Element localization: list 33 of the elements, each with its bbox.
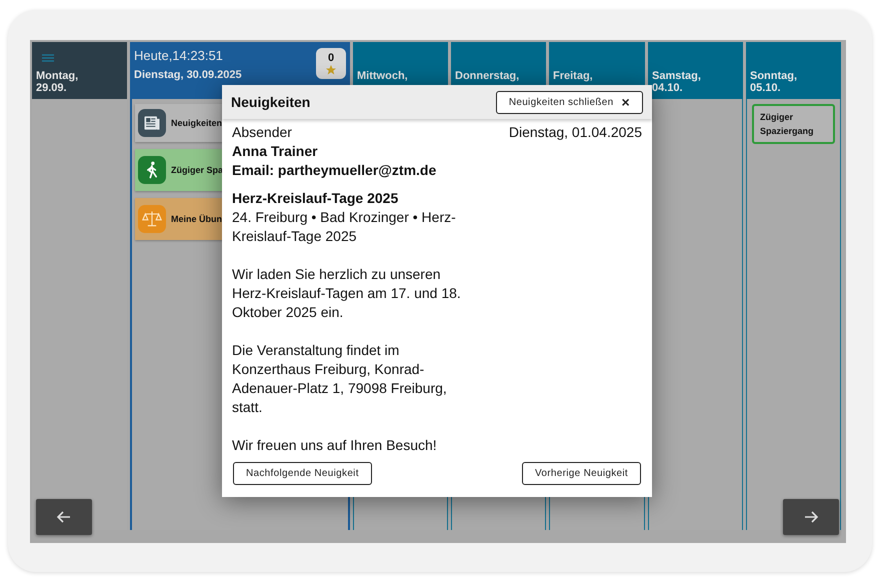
day-name: Freitag, bbox=[553, 70, 593, 82]
day-name: Samstag, bbox=[652, 70, 701, 82]
next-arrow-button[interactable] bbox=[783, 499, 839, 535]
day-name: Donnerstag, bbox=[455, 70, 520, 82]
day-date: 29.09. bbox=[36, 82, 67, 94]
close-news-button[interactable]: Neuigkeiten schließen × bbox=[496, 90, 643, 114]
news-date: Dienstag, 01.04.2025 bbox=[508, 123, 642, 142]
news-paragraph: Wir laden Sie herzlich zu unseren Herz-Kreislauf-Tagen am 17. und 18. Oktober 2025 ein. bbox=[232, 265, 462, 322]
previous-news-button[interactable]: Vorherige Neuigkeit bbox=[522, 462, 641, 485]
arrow-left-icon bbox=[56, 509, 72, 525]
activity-label: Neuigkeiten bbox=[171, 117, 222, 130]
day-name: Mittwoch, bbox=[357, 70, 408, 82]
star-count: 0 bbox=[328, 52, 334, 64]
dialog-title: Neuigkeiten bbox=[231, 94, 310, 110]
previous-arrow-button[interactable] bbox=[36, 499, 92, 535]
day-name: Montag, bbox=[36, 70, 78, 82]
scales-icon bbox=[142, 209, 162, 229]
current-time: Heute,14:23:51 bbox=[134, 48, 223, 63]
arrow-right-icon bbox=[803, 509, 819, 525]
day-name: Sonntag, bbox=[750, 70, 798, 82]
next-news-button[interactable]: Nachfolgende Neuigkeit bbox=[233, 462, 372, 485]
activity-label: Meine Übun bbox=[171, 213, 222, 226]
news-paragraph: Wir freuen uns auf Ihren Besuch! bbox=[232, 436, 438, 455]
day-date: 04.10. bbox=[652, 82, 683, 94]
activity-label: Zügiger Spaziergang bbox=[760, 111, 815, 138]
menu-icon[interactable] bbox=[42, 54, 54, 62]
news-paragraph: Die Veranstaltung findet im Konzerthaus Freiburg, Konrad-Adenauer-Platz 1, 79098 Freiburg, statt. bbox=[232, 341, 448, 417]
sender-label: Absender bbox=[232, 123, 292, 142]
activity-card[interactable]: Zügiger Spaziergang bbox=[752, 104, 835, 144]
day-date: 05.10. bbox=[750, 82, 781, 94]
star-counter[interactable]: 0 bbox=[316, 48, 346, 79]
star-icon bbox=[325, 64, 337, 76]
day-date: Dienstag, 30.09.2025 bbox=[134, 69, 242, 81]
